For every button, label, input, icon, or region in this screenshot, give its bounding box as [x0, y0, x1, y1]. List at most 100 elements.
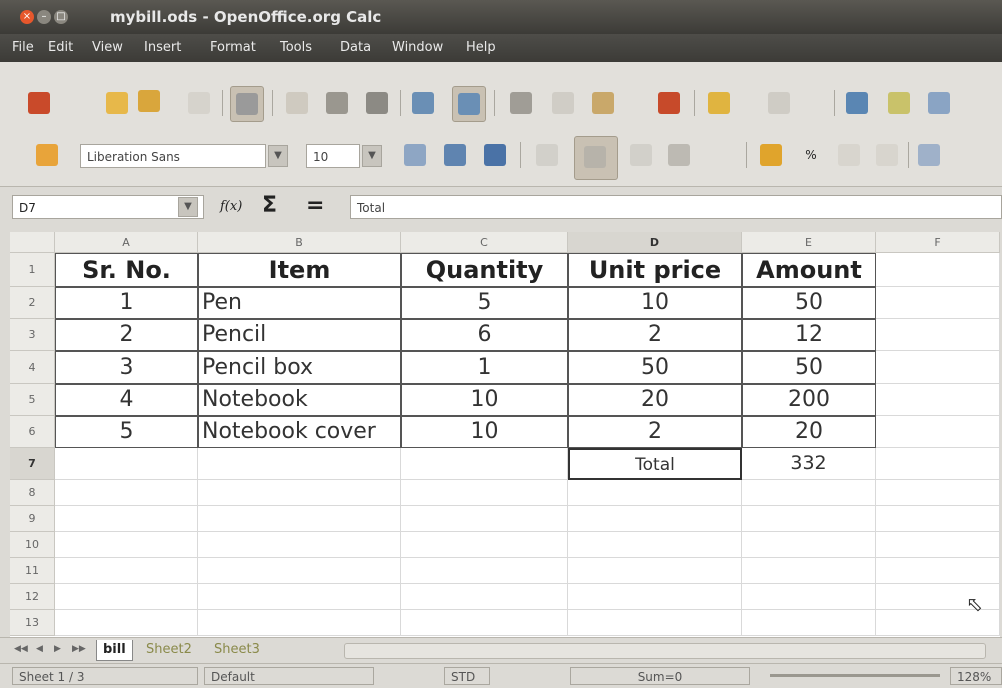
horizontal-scrollbar[interactable] — [344, 643, 986, 659]
column-title-cell[interactable]: Amount — [742, 253, 876, 287]
row-header-6[interactable]: 6 — [10, 416, 55, 448]
email-icon[interactable] — [188, 92, 210, 114]
prev-sheet-icon[interactable]: ◀ — [36, 644, 43, 654]
empty-cell[interactable] — [198, 532, 401, 558]
equals-icon[interactable]: = — [306, 193, 324, 218]
empty-cell[interactable] — [198, 480, 401, 506]
total-value-cell[interactable]: 332 — [742, 448, 876, 480]
copy-icon[interactable] — [552, 92, 574, 114]
empty-cell[interactable] — [401, 532, 568, 558]
paste-icon[interactable] — [592, 92, 614, 114]
empty-cell[interactable] — [55, 448, 198, 480]
empty-cell[interactable] — [876, 384, 1000, 416]
column-title-cell[interactable]: Sr. No. — [55, 253, 198, 287]
table-cell[interactable]: 2 — [568, 416, 742, 448]
last-sheet-icon[interactable]: ▶▶ — [72, 644, 86, 654]
row-header-1[interactable]: 1 — [10, 253, 55, 287]
menu-format[interactable]: Format — [210, 40, 256, 55]
empty-cell[interactable] — [401, 610, 568, 636]
empty-cell[interactable] — [55, 584, 198, 610]
table-cell[interactable]: 20 — [568, 384, 742, 416]
column-header-d[interactable]: D — [568, 232, 742, 253]
merge-cells-icon[interactable] — [710, 144, 732, 166]
menu-data[interactable]: Data — [340, 40, 371, 55]
table-cell[interactable]: 20 — [742, 416, 876, 448]
empty-cell[interactable] — [55, 610, 198, 636]
empty-cell[interactable] — [568, 558, 742, 584]
column-header-b[interactable]: B — [198, 232, 401, 253]
empty-cell[interactable] — [876, 253, 1000, 287]
table-cell[interactable]: 5 — [401, 287, 568, 319]
table-cell[interactable]: 1 — [55, 287, 198, 319]
table-cell[interactable]: 50 — [568, 351, 742, 384]
empty-cell[interactable] — [401, 584, 568, 610]
first-sheet-icon[interactable]: ◀◀ — [14, 644, 28, 654]
table-cell[interactable]: 4 — [55, 384, 198, 416]
empty-cell[interactable] — [876, 287, 1000, 319]
undo-icon[interactable] — [708, 92, 730, 114]
row-header-9[interactable]: 9 — [10, 506, 55, 532]
italic-icon[interactable] — [444, 144, 466, 166]
empty-cell[interactable] — [568, 480, 742, 506]
empty-cell[interactable] — [401, 558, 568, 584]
column-title-cell[interactable]: Quantity — [401, 253, 568, 287]
empty-cell[interactable] — [876, 416, 1000, 448]
menu-help[interactable]: Help — [466, 40, 496, 55]
empty-cell[interactable] — [198, 506, 401, 532]
cut-icon[interactable] — [510, 92, 532, 114]
table-cell[interactable]: Pencil — [198, 319, 401, 351]
bold-icon[interactable] — [404, 144, 426, 166]
tab-sheet2[interactable]: Sheet2 — [140, 640, 198, 660]
chevron-down-icon[interactable]: ▼ — [178, 197, 198, 217]
table-cell[interactable]: 1 — [401, 351, 568, 384]
empty-cell[interactable] — [55, 506, 198, 532]
spellcheck-icon[interactable] — [412, 92, 434, 114]
empty-cell[interactable] — [742, 506, 876, 532]
row-header-7[interactable]: 7 — [10, 448, 55, 480]
menu-insert[interactable]: Insert — [144, 40, 181, 55]
row-header-2[interactable]: 2 — [10, 287, 55, 319]
empty-cell[interactable] — [401, 448, 568, 480]
empty-cell[interactable] — [55, 558, 198, 584]
table-cell[interactable]: Notebook — [198, 384, 401, 416]
menu-view[interactable]: View — [92, 40, 123, 55]
maximize-icon[interactable]: □ — [54, 10, 68, 24]
empty-cell[interactable] — [568, 506, 742, 532]
align-left-icon[interactable] — [536, 144, 558, 166]
empty-cell[interactable] — [198, 558, 401, 584]
empty-cell[interactable] — [198, 448, 401, 480]
menu-edit[interactable]: Edit — [48, 40, 73, 55]
sum-icon[interactable]: Σ — [262, 193, 277, 218]
hyperlink-icon[interactable] — [846, 92, 868, 114]
open-folder-icon[interactable] — [106, 92, 128, 114]
chevron-down-icon[interactable]: ▼ — [268, 145, 288, 167]
column-header-f[interactable]: F — [876, 232, 1000, 253]
column-title-cell[interactable]: Unit price — [568, 253, 742, 287]
table-cell[interactable]: 3 — [55, 351, 198, 384]
table-cell[interactable]: 2 — [568, 319, 742, 351]
empty-cell[interactable] — [55, 532, 198, 558]
empty-cell[interactable] — [876, 506, 1000, 532]
empty-cell[interactable] — [568, 584, 742, 610]
table-cell[interactable]: 10 — [401, 384, 568, 416]
empty-cell[interactable] — [568, 532, 742, 558]
next-sheet-icon[interactable]: ▶ — [54, 644, 61, 654]
empty-cell[interactable] — [742, 584, 876, 610]
column-header-a[interactable]: A — [55, 232, 198, 253]
zoom-slider[interactable] — [770, 674, 940, 677]
column-header-e[interactable]: E — [742, 232, 876, 253]
row-header-13[interactable]: 13 — [10, 610, 55, 636]
autospellcheck-button[interactable] — [452, 86, 486, 122]
print-preview-icon[interactable] — [366, 92, 388, 114]
table-cell[interactable]: Notebook cover — [198, 416, 401, 448]
print-icon[interactable] — [326, 92, 348, 114]
empty-cell[interactable] — [876, 448, 1000, 480]
tab-sheet3[interactable]: Sheet3 — [208, 640, 266, 660]
table-cell[interactable]: 10 — [568, 287, 742, 319]
empty-cell[interactable] — [742, 558, 876, 584]
save-icon[interactable] — [138, 90, 160, 112]
row-header-5[interactable]: 5 — [10, 384, 55, 416]
new-document-icon[interactable] — [28, 92, 50, 114]
empty-cell[interactable] — [876, 532, 1000, 558]
minimize-icon[interactable]: – — [37, 10, 51, 24]
